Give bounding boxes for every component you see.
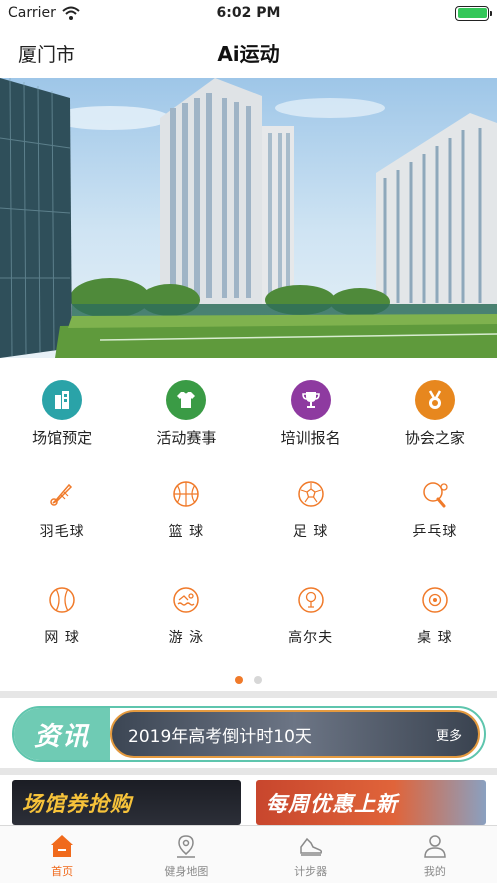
city-selector[interactable]: 厦门市 <box>18 40 75 67</box>
user-icon <box>424 835 446 858</box>
category-label: 培训报名 <box>280 429 341 447</box>
sport-golf[interactable]: 高尔夫 <box>249 585 373 647</box>
category-events[interactable]: 活动赛事 <box>124 380 248 448</box>
sport-label: 网 球 <box>44 630 80 646</box>
promo-title: 场馆券抢购 <box>22 792 132 816</box>
sport-label: 足 球 <box>292 524 329 540</box>
tennis-icon <box>49 587 75 613</box>
sport-pingpong[interactable]: 乒乓球 <box>373 479 497 541</box>
sport-badminton[interactable]: 羽毛球 <box>0 479 124 541</box>
home-icon <box>51 835 74 857</box>
tab-bar: 首页 健身地图 计步器 我的 <box>0 825 497 883</box>
sport-label: 羽毛球 <box>39 524 85 540</box>
sport-label: 高尔夫 <box>288 630 334 646</box>
promo-weekly-deals[interactable]: 每周优惠上新 <box>256 780 486 825</box>
sport-row-2: 网 球 游 泳 高尔夫 桌 球 <box>0 585 497 647</box>
news-banner[interactable]: 资讯 2019年高考倒计时10天 更多 <box>12 706 486 762</box>
tab-label: 计步器 <box>294 865 328 878</box>
sport-label: 游 泳 <box>168 630 205 646</box>
shuttlecock-icon <box>50 483 73 506</box>
sport-billiards[interactable]: 桌 球 <box>373 585 497 647</box>
sport-tennis[interactable]: 网 球 <box>0 585 124 647</box>
shoe-icon <box>299 837 322 856</box>
carrier-label: Carrier <box>8 5 56 21</box>
category-label: 活动赛事 <box>156 429 217 447</box>
section-divider <box>0 691 497 698</box>
category-training[interactable]: 培训报名 <box>249 380 373 448</box>
football-icon <box>297 481 324 507</box>
promo-title: 每周优惠上新 <box>266 792 398 816</box>
section-divider <box>0 768 497 775</box>
map-pin-icon <box>177 835 196 858</box>
sport-swimming[interactable]: 游 泳 <box>124 585 248 647</box>
golf-icon <box>297 587 324 613</box>
news-body: 2019年高考倒计时10天 更多 <box>110 710 480 758</box>
sport-basketball[interactable]: 篮 球 <box>124 479 248 541</box>
category-label: 协会之家 <box>404 429 465 447</box>
category-association[interactable]: 协会之家 <box>373 380 497 448</box>
tab-label: 首页 <box>51 865 74 878</box>
pingpong-icon <box>423 482 448 508</box>
promo-venue-voucher[interactable]: 场馆券抢购 <box>12 780 241 825</box>
tab-label: 我的 <box>423 865 446 878</box>
page-dot-2[interactable] <box>254 676 262 684</box>
medal-icon <box>414 380 455 420</box>
trophy-icon <box>290 380 331 420</box>
jersey-icon <box>166 380 207 420</box>
category-row: 场馆预定 活动赛事 培训报名 协会之家 <box>0 380 497 448</box>
news-badge: 资讯 <box>14 708 110 760</box>
wifi-icon <box>62 6 80 20</box>
basketball-icon <box>173 481 200 507</box>
building-icon <box>42 380 83 420</box>
page-indicator <box>0 676 497 684</box>
tab-fitness-map[interactable]: 健身地图 <box>124 826 248 883</box>
category-label: 场馆预定 <box>32 429 93 447</box>
tab-home[interactable]: 首页 <box>0 826 124 883</box>
sport-label: 桌 球 <box>417 630 453 646</box>
battery-icon <box>455 5 492 21</box>
page-dot-1[interactable] <box>235 676 243 684</box>
tab-profile[interactable]: 我的 <box>373 826 497 883</box>
billiards-icon <box>422 587 448 613</box>
hero-banner[interactable] <box>0 78 497 358</box>
category-venue-booking[interactable]: 场馆预定 <box>0 380 124 448</box>
news-more-link[interactable]: 更多 <box>436 725 462 744</box>
status-left: Carrier <box>8 5 80 21</box>
sport-row-1: 羽毛球 篮 球 足 球 乒乓球 <box>0 479 497 541</box>
sport-label: 篮 球 <box>168 524 205 540</box>
tab-pedometer[interactable]: 计步器 <box>249 826 373 883</box>
news-headline[interactable]: 2019年高考倒计时10天 <box>128 722 312 747</box>
tab-label: 健身地图 <box>164 865 209 878</box>
swimming-icon <box>173 587 200 613</box>
hero-image <box>0 78 497 358</box>
page-title: Ai运动 <box>217 41 280 66</box>
sport-label: 乒乓球 <box>412 524 458 540</box>
status-bar: Carrier 6:02 PM <box>0 0 497 26</box>
sport-football[interactable]: 足 球 <box>249 479 373 541</box>
nav-bar: 厦门市 Ai运动 <box>0 26 497 78</box>
